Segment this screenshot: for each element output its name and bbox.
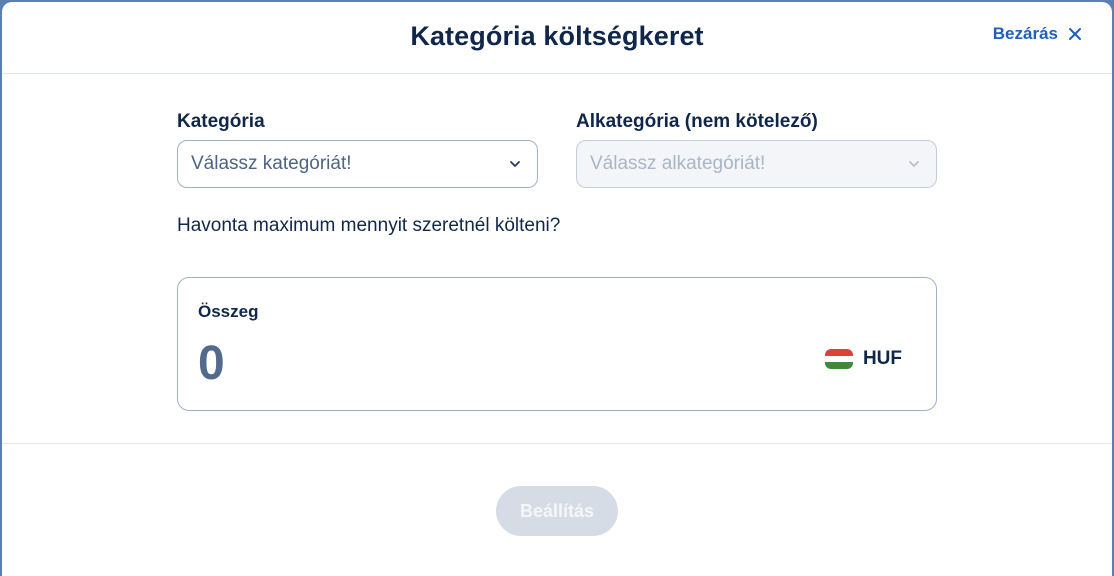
amount-field[interactable]: Összeg 0 HUF xyxy=(177,277,937,411)
category-label: Kategória xyxy=(177,111,265,132)
amount-label: Összeg xyxy=(198,302,259,321)
chevron-down-icon xyxy=(909,161,919,167)
close-label: Bezárás xyxy=(992,24,1058,43)
category-select-placeholder: Válassz kategóriát! xyxy=(191,153,352,174)
amount-value[interactable]: 0 xyxy=(198,336,225,391)
close-icon xyxy=(1069,28,1081,40)
currency-code: HUF xyxy=(862,348,902,369)
budget-question: Havonta maximum mennyit szeretnél költen… xyxy=(177,215,561,236)
category-budget-modal: Kategória költségkeret Bezárás Kategória… xyxy=(2,2,1112,576)
footer-divider xyxy=(2,443,1112,444)
subcategory-label: Alkategória (nem kötelező) xyxy=(576,111,818,132)
currency-selector: HUF xyxy=(824,348,902,370)
close-button[interactable]: Bezárás xyxy=(993,22,1082,46)
modal-header: Kategória költségkeret Bezárás xyxy=(2,2,1112,74)
category-select[interactable]: Válassz kategóriát! xyxy=(177,140,538,188)
hungary-flag-icon xyxy=(824,349,853,369)
subcategory-select: Válassz alkategóriát! xyxy=(576,140,937,188)
modal-title: Kategória költségkeret xyxy=(410,21,704,51)
chevron-down-icon xyxy=(510,161,520,167)
submit-button[interactable]: Beállítás xyxy=(496,486,618,536)
subcategory-select-placeholder: Válassz alkategóriát! xyxy=(590,153,766,174)
